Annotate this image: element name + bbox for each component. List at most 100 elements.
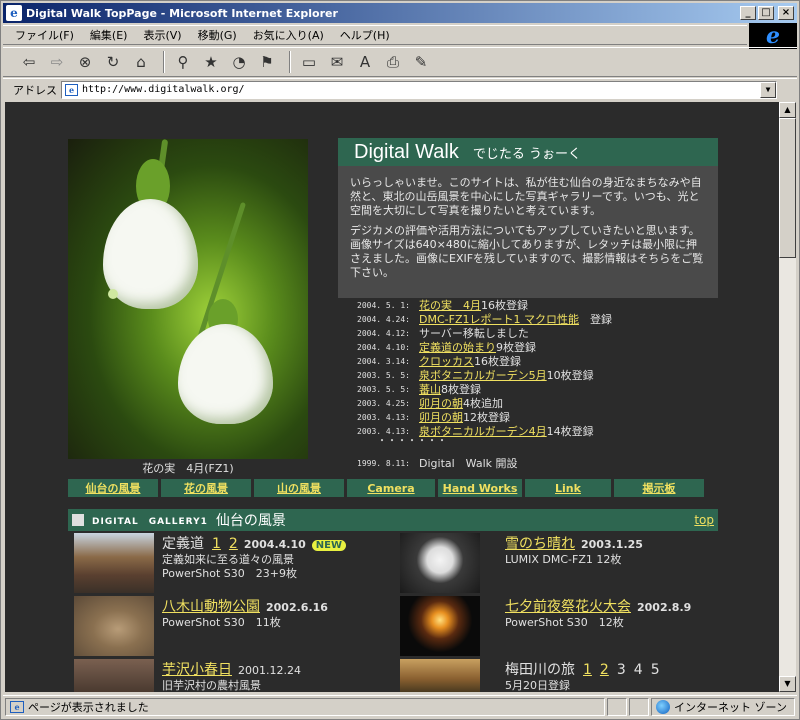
history-icon[interactable]: ◔	[227, 50, 251, 74]
gallery-page: 4	[633, 662, 643, 678]
news-item: 2003. 5. 5: 泉ボタニカルガーデン5月 10枚登録	[357, 368, 757, 382]
gallery-thumbnail[interactable]	[74, 533, 154, 593]
news-text: 登録	[578, 313, 612, 326]
favorites-icon[interactable]: ★	[199, 50, 223, 74]
address-bar: アドレス e http://www.digitalwalk.org/ ▼	[3, 78, 797, 100]
forward-icon[interactable]: ⇨	[45, 50, 69, 74]
gallery-item: 芋沢小春日 2001.12.24 旧芋沢村の農村風景	[162, 659, 301, 692]
gallery-page-link[interactable]: 2	[229, 536, 238, 552]
news-text: 10枚登録	[546, 369, 594, 382]
gallery-item-date: 2004.4.10	[243, 538, 306, 551]
close-button[interactable]: ×	[778, 6, 794, 20]
toolbar: ⇦ ⇨ ⊗ ↻ ⌂ ⚲ ★ ◔ ⚑ ▭ ✉ A ⎙ ✎	[3, 47, 797, 77]
gallery-item-date: 2001.12.24	[238, 664, 301, 677]
new-badge: NEW	[311, 540, 347, 551]
scroll-up-icon[interactable]: ▲	[779, 102, 796, 118]
address-url: http://www.digitalwalk.org/	[82, 84, 245, 95]
gallery-page: 5	[650, 662, 660, 678]
status-bar: e ページが表示されました インターネット ゾーン	[3, 695, 797, 717]
nav-mountains[interactable]: 山の風景	[254, 479, 344, 497]
gallery-page-link[interactable]: 1	[583, 662, 592, 678]
print-icon[interactable]: ⎙	[381, 50, 405, 74]
gallery-tag: DIGITAL GALLERY1	[92, 516, 208, 527]
news-date: 2004. 4.24:	[357, 314, 410, 324]
gallery-page-link[interactable]: 2	[600, 662, 609, 678]
internet-zone-icon	[656, 699, 670, 714]
news-item: 2004. 3.14: クロッカス 16枚登録	[357, 354, 757, 368]
gallery-item-title[interactable]: 雪のち晴れ	[505, 533, 575, 553]
news-date: 2004. 5. 1:	[357, 300, 410, 310]
back-icon[interactable]: ⇦	[17, 50, 41, 74]
gallery-item-title: 定義道	[162, 536, 204, 552]
news-item: 2004. 4.24: DMC-FZ1レポート1 マクロ性能 登録	[357, 312, 757, 326]
minimize-button[interactable]: _	[740, 6, 756, 20]
menu-help[interactable]: ヘルプ(H)	[340, 27, 390, 43]
gallery-thumbnail[interactable]	[74, 596, 154, 656]
page-icon: e	[65, 83, 78, 96]
menu-bar: ファイル(F) 編集(E) 表示(V) 移動(G) お気に入り(A) ヘルプ(H…	[3, 25, 747, 45]
top-link[interactable]: top	[694, 513, 714, 527]
gallery-thumbnail[interactable]	[400, 596, 480, 656]
gallery-item-title[interactable]: 八木山動物公園	[162, 596, 260, 616]
gallery-item-camera: PowerShot S30 11枚	[162, 616, 281, 629]
scroll-down-icon[interactable]: ▼	[779, 676, 796, 692]
edit-icon[interactable]: ✎	[409, 50, 433, 74]
news-item: 2003. 4.13: 卯月の朝 12枚登録	[357, 410, 757, 424]
fullscreen-icon[interactable]: ▭	[297, 50, 321, 74]
site-name: Digital Walk	[354, 141, 459, 163]
news-date: 2003. 5. 5:	[357, 384, 410, 394]
gallery-thumbnail[interactable]	[400, 659, 480, 692]
font-size-icon[interactable]: A	[353, 50, 377, 74]
nav-link[interactable]: Link	[525, 479, 611, 497]
menu-favorites[interactable]: お気に入り(A)	[253, 27, 324, 43]
address-input[interactable]: e http://www.digitalwalk.org/ ▼	[61, 80, 777, 99]
gallery-item-title[interactable]: 芋沢小春日	[162, 659, 232, 679]
news-date: 2004. 3.14:	[357, 356, 410, 366]
gallery-item-desc: 5月20日登録	[505, 679, 570, 692]
title-bar: e Digital Walk TopPage - Microsoft Inter…	[3, 3, 797, 23]
gallery-item: 七夕前夜祭花火大会 2002.8.9 PowerShot S30 12枚	[505, 596, 691, 630]
stop-icon[interactable]: ⊗	[73, 50, 97, 74]
menu-edit[interactable]: 編集(E)	[90, 27, 128, 43]
gallery-item: 梅田川の旅 1 2 3 4 5 5月20日登録	[505, 659, 660, 692]
gallery-item-title[interactable]: 七夕前夜祭花火大会	[505, 596, 631, 616]
nav-bbs[interactable]: 掲示板	[614, 479, 704, 497]
news-text: Digital Walk 開設	[419, 457, 518, 470]
nav-flowers[interactable]: 花の風景	[161, 479, 251, 497]
scroll-thumb[interactable]	[779, 118, 796, 258]
maximize-button[interactable]: □	[758, 6, 774, 20]
address-dropdown-icon[interactable]: ▼	[760, 81, 776, 98]
ie-app-icon[interactable]: e	[6, 5, 22, 21]
news-dots: ・・・・・・・	[377, 436, 447, 447]
gallery-page-link[interactable]: 1	[212, 536, 221, 552]
gallery-thumbnail[interactable]	[74, 659, 154, 692]
intro-paragraph: デジカメの評価や活用方法についてもアップしていきたいと思います。画像サイズは64…	[350, 224, 704, 279]
gallery-item: 雪のち晴れ 2003.1.25 LUMIX DMC-FZ1 12枚	[505, 533, 643, 567]
search-icon[interactable]: ⚲	[171, 50, 195, 74]
ie-throbber-logo: e	[749, 23, 797, 49]
nav-camera[interactable]: Camera	[347, 479, 435, 497]
channels-icon[interactable]: ⚑	[255, 50, 279, 74]
gallery-item-date: 2003.1.25	[581, 538, 643, 551]
home-icon[interactable]: ⌂	[129, 50, 153, 74]
news-item: 2003. 5. 5: 蕃山 8枚登録	[357, 382, 757, 396]
gallery-thumbnail[interactable]	[400, 533, 480, 593]
browser-window: e Digital Walk TopPage - Microsoft Inter…	[0, 0, 800, 720]
site-kana: でじたる うぉーく	[472, 147, 581, 162]
nav-handworks[interactable]: Hand Works	[438, 479, 522, 497]
menu-go[interactable]: 移動(G)	[198, 27, 237, 43]
window-title: Digital Walk TopPage - Microsoft Interne…	[26, 6, 338, 20]
mail-icon[interactable]: ✉	[325, 50, 349, 74]
news-item: 2004. 4.12: サーバー移転しました	[357, 326, 757, 340]
gallery-item-desc: 定義如来に至る道々の風景	[162, 553, 294, 566]
menu-file[interactable]: ファイル(F)	[15, 27, 74, 43]
hero-photo[interactable]	[68, 139, 308, 459]
nav-sendai[interactable]: 仙台の風景	[68, 479, 158, 497]
news-item: 2004. 4.10: 定義道の始まり 9枚登録	[357, 340, 757, 354]
vertical-scrollbar[interactable]: ▲ ▼	[779, 102, 796, 692]
refresh-icon[interactable]: ↻	[101, 50, 125, 74]
zone-text: インターネット ゾーン	[674, 700, 787, 714]
page-done-icon: e	[10, 700, 24, 713]
menu-view[interactable]: 表示(V)	[143, 27, 181, 43]
gallery-page: 3	[616, 662, 626, 678]
